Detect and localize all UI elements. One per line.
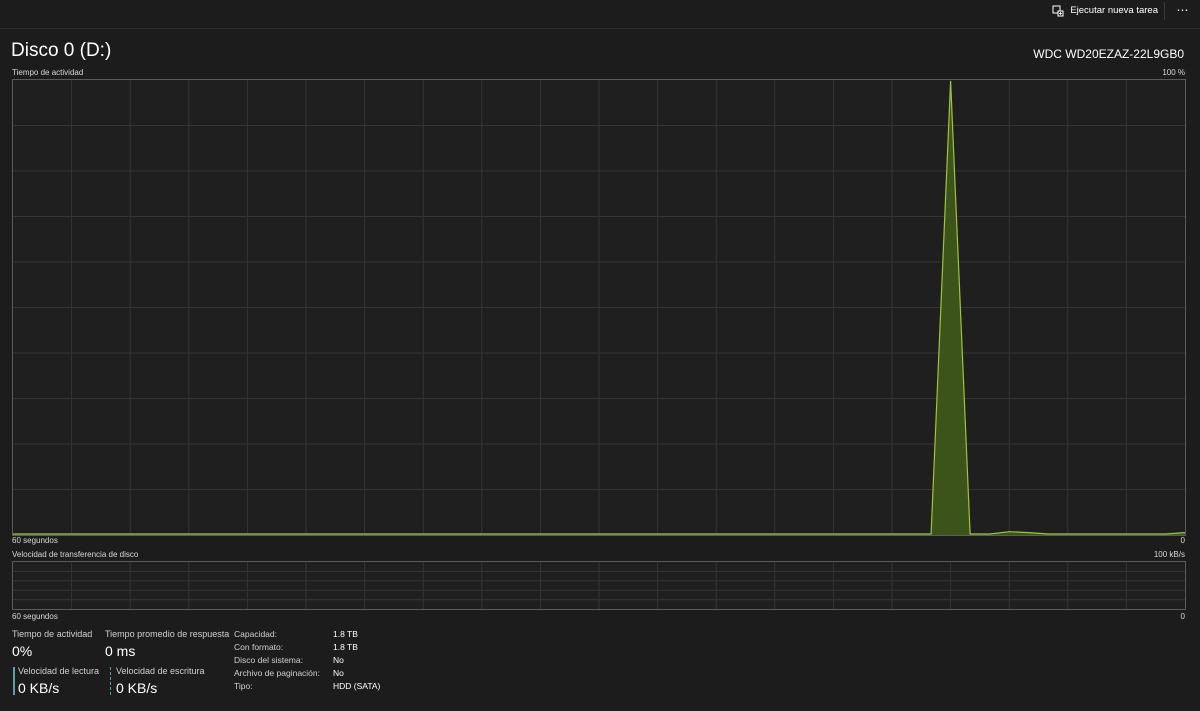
disk-type-value: HDD (SATA) — [333, 681, 381, 691]
activity-chart-svg — [13, 80, 1185, 535]
system-disk-value: No — [333, 655, 344, 665]
activity-chart-title: Tiempo de actividad — [12, 68, 84, 77]
read-speed-value: 0 KB/s — [18, 680, 60, 696]
activity-chart-time-span: 60 segundos — [12, 536, 58, 545]
run-task-icon — [1052, 4, 1064, 17]
formatted-label: Con formato: — [234, 642, 284, 652]
command-bar: Ejecutar nueva tarea ⋯ — [0, 0, 1200, 29]
response-stat-label: Tiempo promedio de respuesta — [105, 629, 230, 639]
activity-chart-max: 100 % — [1162, 68, 1185, 77]
run-new-task-label: Ejecutar nueva tarea — [1070, 4, 1158, 16]
more-options-button[interactable]: ⋯ — [1172, 2, 1194, 18]
disk-model: WDC WD20EZAZ-22L9GB0 — [1033, 47, 1184, 61]
activity-chart — [12, 79, 1186, 536]
run-new-task-button[interactable]: Ejecutar nueva tarea — [1048, 1, 1162, 19]
transfer-chart-title: Velocidad de transferencia de disco — [12, 550, 139, 559]
capacity-value: 1.8 TB — [333, 629, 358, 639]
capacity-label: Capacidad: — [234, 629, 278, 639]
formatted-value: 1.8 TB — [333, 642, 358, 652]
command-bar-divider — [1164, 2, 1165, 20]
activity-stat-value: 0% — [12, 643, 33, 659]
transfer-chart-time-span: 60 segundos — [12, 612, 58, 621]
transfer-chart-min: 0 — [1180, 612, 1185, 621]
transfer-chart-svg — [13, 562, 1185, 609]
more-options-icon: ⋯ — [1176, 3, 1190, 17]
system-disk-label: Disco del sistema: — [234, 655, 303, 665]
write-speed-legend-line — [110, 667, 111, 695]
read-speed-label: Velocidad de lectura — [18, 666, 100, 676]
transfer-chart — [12, 561, 1186, 610]
disk-performance-page: Ejecutar nueva tarea ⋯ Disco 0 (D:) WDC … — [0, 0, 1200, 711]
page-file-value: No — [333, 668, 344, 678]
disk-type-label: Tipo: — [234, 681, 253, 691]
write-speed-value: 0 KB/s — [116, 680, 158, 696]
read-speed-legend-line — [13, 667, 15, 695]
transfer-chart-max: 100 kB/s — [1153, 550, 1185, 559]
write-speed-label: Velocidad de escritura — [116, 666, 205, 676]
page-file-label: Archivo de paginación: — [234, 668, 321, 678]
page-title: Disco 0 (D:) — [11, 40, 112, 61]
activity-stat-label: Tiempo de actividad — [12, 629, 93, 639]
activity-chart-min: 0 — [1180, 536, 1185, 545]
response-stat-value: 0 ms — [105, 643, 136, 659]
